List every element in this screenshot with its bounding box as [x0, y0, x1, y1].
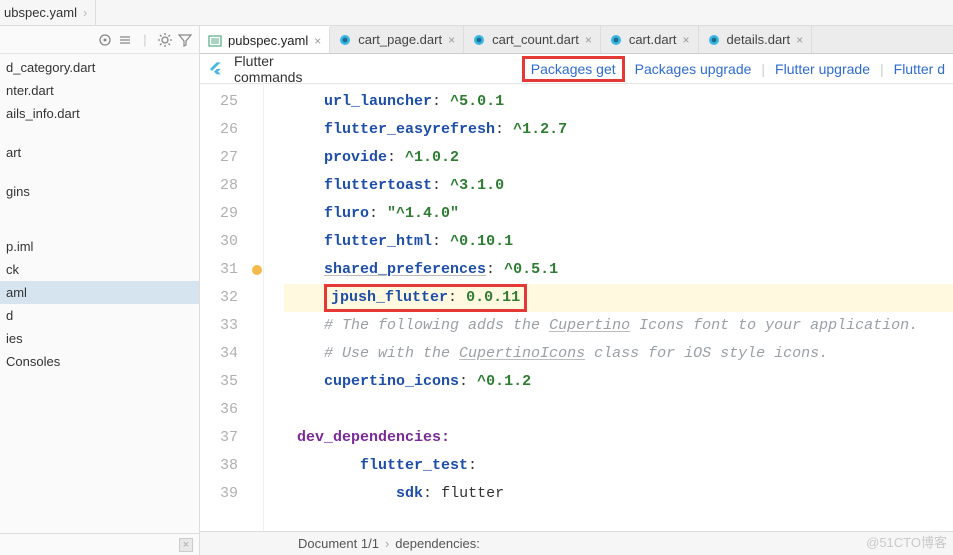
gear-icon[interactable]	[157, 32, 173, 48]
code-line[interactable]	[284, 396, 953, 424]
flutter-commands-bar: Flutter commands Packages get Packages u…	[200, 54, 953, 84]
link-separator: |	[880, 61, 884, 77]
code-line[interactable]: flutter_test:	[284, 452, 953, 480]
editor-status-bar: Document 1/1 › dependencies:	[200, 531, 953, 555]
line-number: 26	[200, 116, 238, 144]
breadcrumb[interactable]: ubspec.yaml ›	[0, 0, 96, 25]
flutter-icon	[208, 61, 224, 77]
line-number-gutter: 252627282930313233343536373839	[200, 84, 250, 531]
code-line[interactable]: url_launcher: ^5.0.1	[284, 88, 953, 116]
code-line[interactable]: # Use with the CupertinoIcons class for …	[284, 340, 953, 368]
tab-cart_count-dart[interactable]: cart_count.dart ×	[464, 26, 601, 53]
tree-item[interactable]: p.iml	[0, 235, 199, 258]
flutter-doctor-link[interactable]: Flutter d	[894, 61, 945, 77]
toolbar-separator: |	[137, 32, 153, 48]
tab-pubspec-yaml[interactable]: pubspec.yaml ×	[200, 26, 330, 53]
flutter-upgrade-link[interactable]: Flutter upgrade	[775, 61, 870, 77]
close-icon[interactable]: ×	[796, 33, 803, 47]
line-number: 25	[200, 88, 238, 116]
line-number: 36	[200, 396, 238, 424]
chevron-right-icon: ›	[83, 5, 87, 20]
line-number: 34	[200, 340, 238, 368]
tab-details-dart[interactable]: details.dart ×	[699, 26, 813, 53]
chevron-right-icon: ›	[385, 536, 389, 551]
collapse-all-icon[interactable]	[117, 32, 133, 48]
dart-file-icon	[472, 33, 486, 47]
dart-file-icon	[609, 33, 623, 47]
line-number: 27	[200, 144, 238, 172]
line-number: 29	[200, 200, 238, 228]
code-line[interactable]: provide: ^1.0.2	[284, 144, 953, 172]
code-line[interactable]: flutter_html: ^0.10.1	[284, 228, 953, 256]
status-breadcrumb: dependencies:	[395, 536, 480, 551]
line-number: 39	[200, 480, 238, 508]
breadcrumb-label: ubspec.yaml	[4, 5, 77, 20]
tab-label: cart_count.dart	[492, 32, 579, 47]
line-number: 37	[200, 424, 238, 452]
line-number: 28	[200, 172, 238, 200]
watermark: @51CTO博客	[866, 532, 947, 551]
close-icon[interactable]: ×	[585, 33, 592, 47]
tree-item[interactable]: ies	[0, 327, 199, 350]
sidebar-footer: ×	[0, 533, 199, 555]
code-editor[interactable]: 252627282930313233343536373839 url_launc…	[200, 84, 953, 531]
yaml-file-icon	[208, 34, 222, 48]
line-number: 31	[200, 256, 238, 284]
code-line[interactable]: fluttertoast: ^3.1.0	[284, 172, 953, 200]
tab-label: cart.dart	[629, 32, 677, 47]
close-icon[interactable]: ×	[179, 538, 193, 552]
code-body[interactable]: url_launcher: ^5.0.1 flutter_easyrefresh…	[284, 84, 953, 531]
sidebar-toolbar: |	[0, 26, 199, 54]
line-number: 33	[200, 312, 238, 340]
tree-item[interactable]: ails_info.dart	[0, 102, 199, 125]
link-separator: |	[761, 61, 765, 77]
tab-cart_page-dart[interactable]: cart_page.dart ×	[330, 26, 464, 53]
line-number: 35	[200, 368, 238, 396]
close-icon[interactable]: ×	[683, 33, 690, 47]
code-line[interactable]: jpush_flutter: 0.0.11	[284, 284, 953, 312]
code-line[interactable]: flutter_easyrefresh: ^1.2.7	[284, 116, 953, 144]
editor-area: pubspec.yaml×cart_page.dart×cart_count.d…	[200, 26, 953, 555]
tab-strip: pubspec.yaml×cart_page.dart×cart_count.d…	[200, 26, 953, 54]
line-number: 32	[200, 284, 238, 312]
tab-label: cart_page.dart	[358, 32, 442, 47]
tree-item[interactable]: art	[0, 141, 199, 164]
code-line[interactable]: fluro: "^1.4.0"	[284, 200, 953, 228]
flutter-commands-label: Flutter commands	[234, 53, 342, 85]
code-line[interactable]: sdk: flutter	[284, 480, 953, 508]
warning-marker-icon[interactable]	[252, 265, 262, 275]
code-line[interactable]: cupertino_icons: ^0.1.2	[284, 368, 953, 396]
breadcrumb-bar: ubspec.yaml ›	[0, 0, 953, 26]
line-number: 38	[200, 452, 238, 480]
tree-item[interactable]: d_category.dart	[0, 56, 199, 79]
file-tree[interactable]: d_category.dartnter.dartails_info.dartar…	[0, 54, 199, 533]
tree-item[interactable]: ck	[0, 258, 199, 281]
code-line[interactable]: dev_dependencies:	[284, 424, 953, 452]
marker-strip	[250, 84, 264, 531]
code-line[interactable]: # The following adds the Cupertino Icons…	[284, 312, 953, 340]
dart-file-icon	[707, 33, 721, 47]
tree-item[interactable]: Consoles	[0, 350, 199, 373]
fold-strip	[264, 84, 284, 531]
packages-upgrade-link[interactable]: Packages upgrade	[635, 61, 752, 77]
tab-cart-dart[interactable]: cart.dart ×	[601, 26, 699, 53]
line-number: 30	[200, 228, 238, 256]
project-sidebar: | d_category.dartnter.dartails_info.dart…	[0, 26, 200, 555]
tree-item[interactable]: d	[0, 304, 199, 327]
close-icon[interactable]: ×	[314, 34, 321, 48]
packages-get-link[interactable]: Packages get	[522, 56, 625, 82]
status-document-indicator: Document 1/1	[298, 536, 379, 551]
tree-item[interactable]: aml	[0, 281, 199, 304]
close-icon[interactable]: ×	[448, 33, 455, 47]
tree-item[interactable]: nter.dart	[0, 79, 199, 102]
tree-item[interactable]: gins	[0, 180, 199, 203]
code-line[interactable]: shared_preferences: ^0.5.1	[284, 256, 953, 284]
locate-icon[interactable]	[97, 32, 113, 48]
filter-icon[interactable]	[177, 32, 193, 48]
tab-label: details.dart	[727, 32, 791, 47]
dart-file-icon	[338, 33, 352, 47]
tab-label: pubspec.yaml	[228, 33, 308, 48]
